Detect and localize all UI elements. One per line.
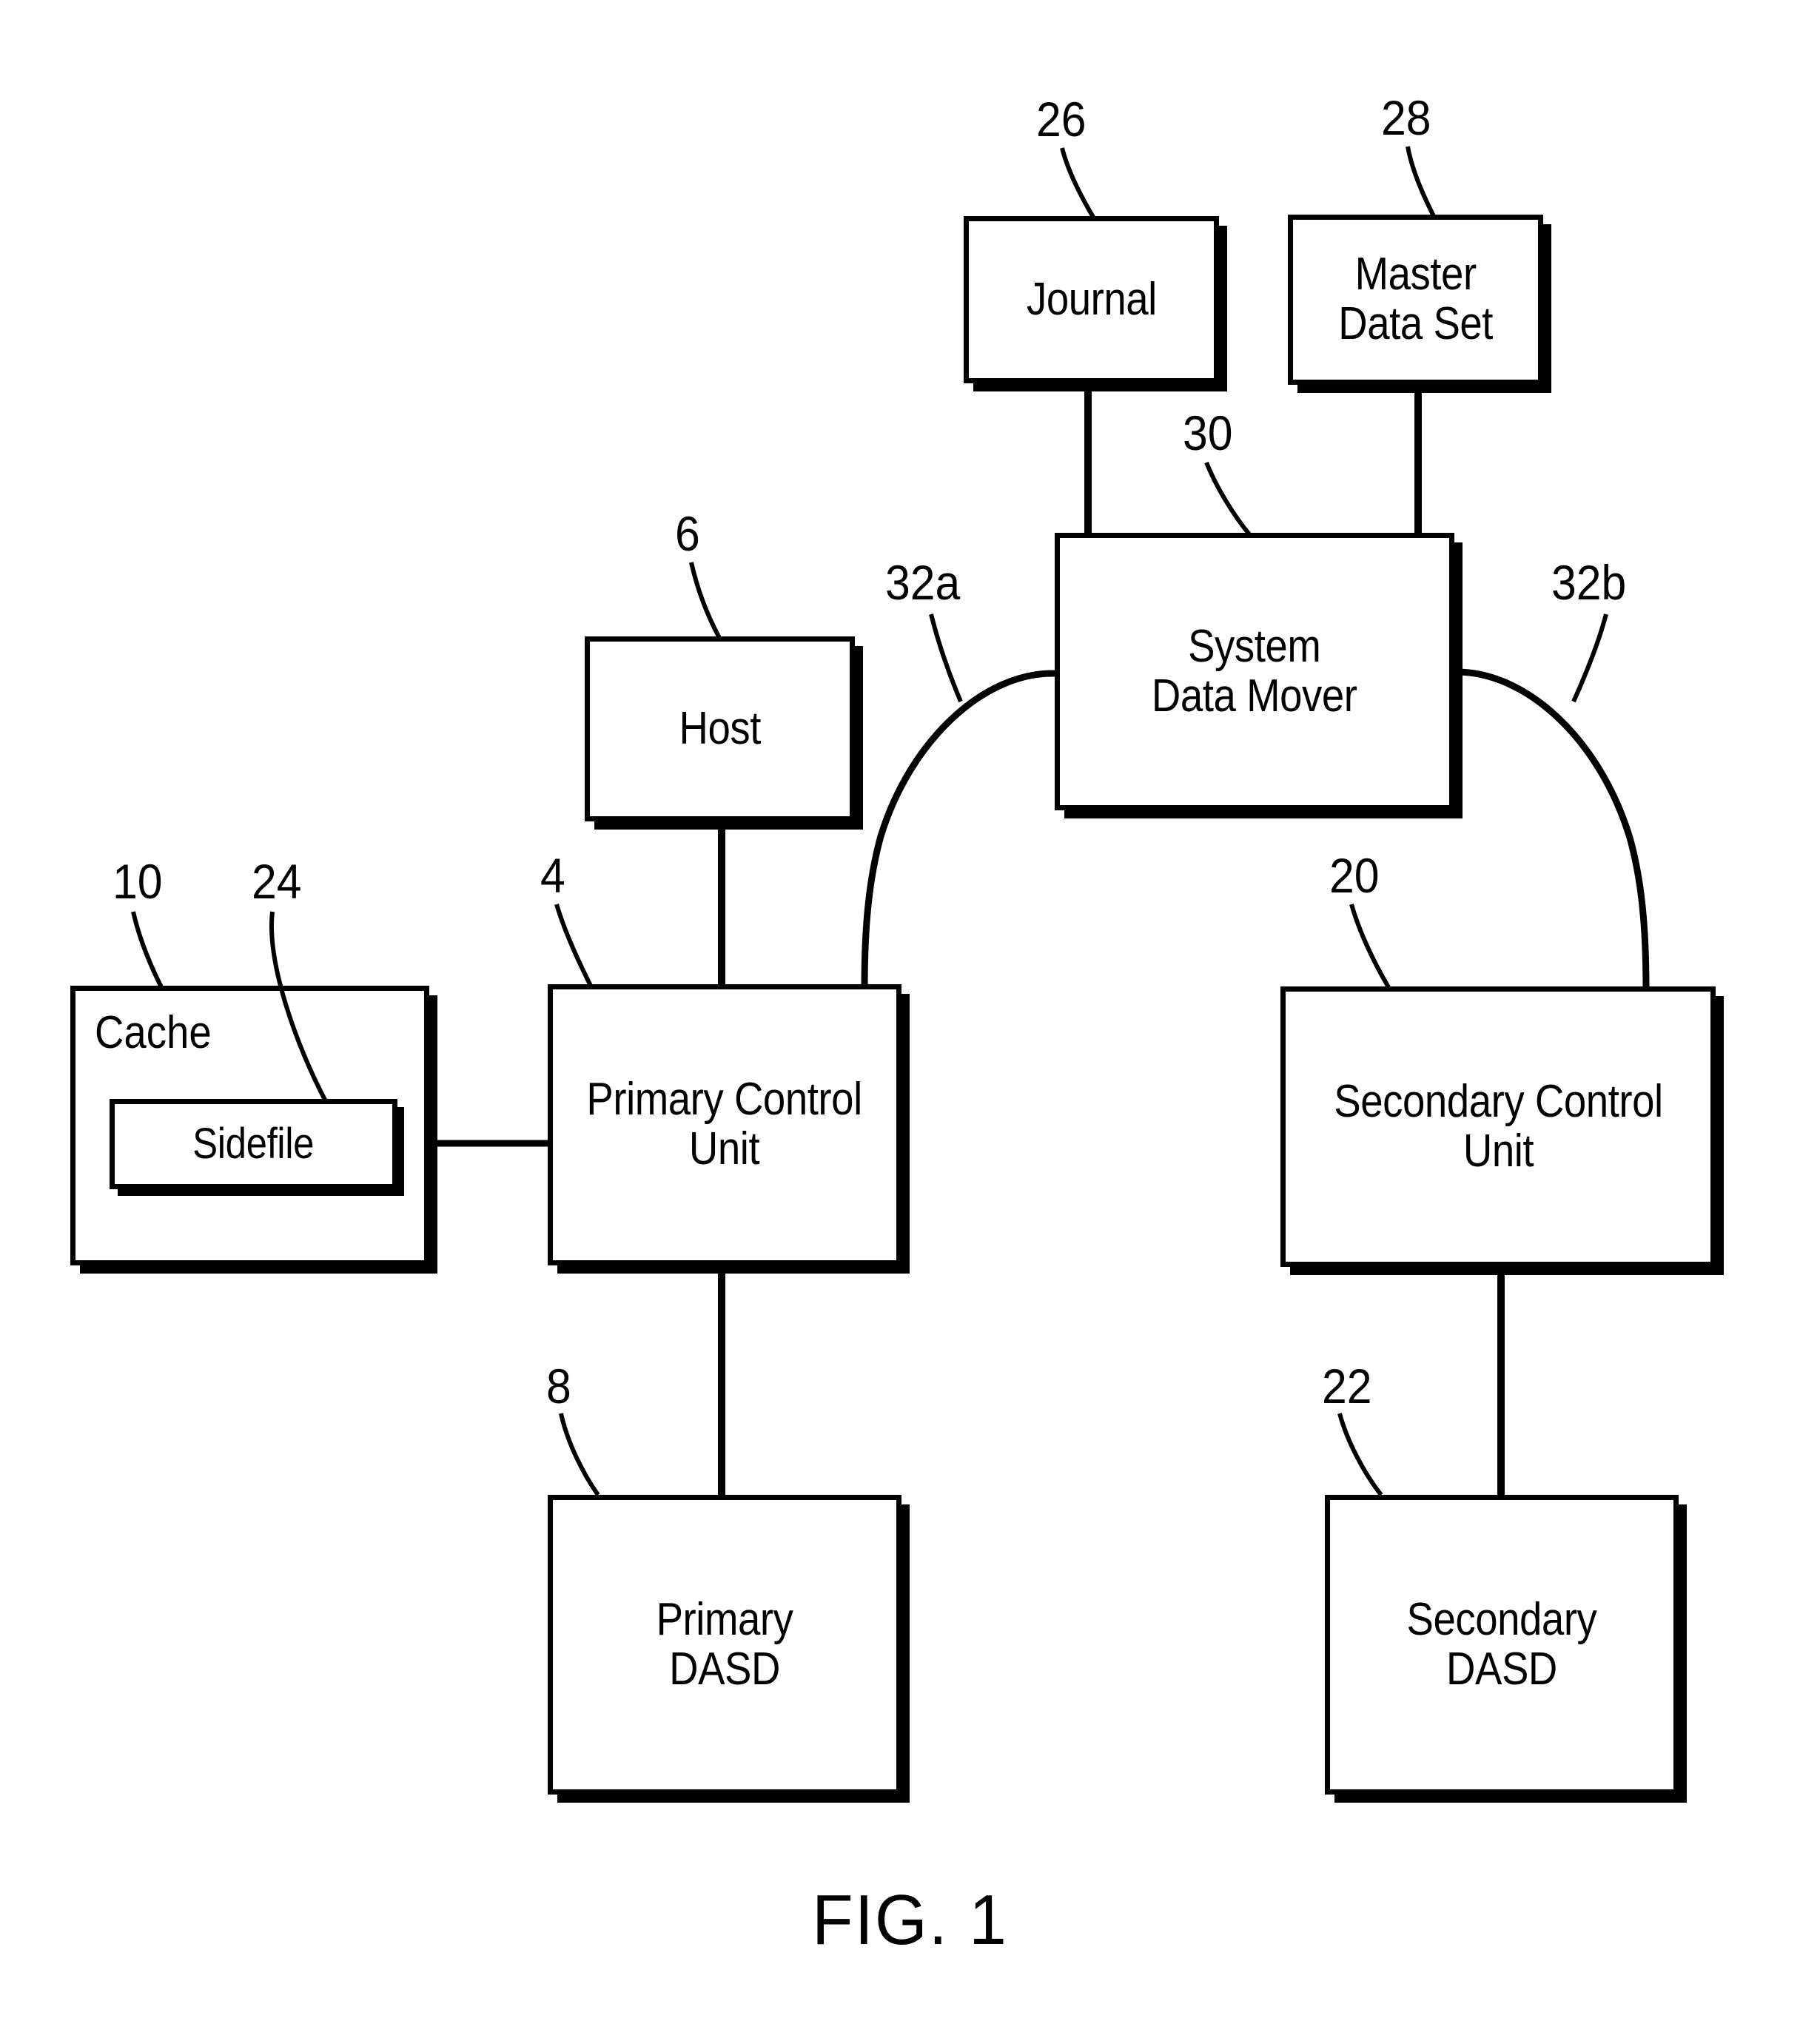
connector-path-32a [861,670,1055,989]
leader-line-22 [1337,1413,1383,1496]
ref-numeral-sidefile: 24 [252,854,302,909]
ref-numeral-cache: 10 [113,854,163,909]
leader-line-6 [689,562,722,639]
connector-path-32b [1454,668,1650,991]
leader-line-32b [1571,613,1608,703]
patent-figure: Journal Master Data Set System Data Move… [0,0,1820,2038]
ref-numeral-master-data-set: 28 [1381,90,1431,145]
node-system-data-mover[interactable]: System Data Mover [1055,533,1454,810]
ref-numeral-primary-dasd: 8 [546,1359,571,1413]
node-journal[interactable]: Journal [964,216,1219,383]
ref-numeral-journal: 26 [1036,92,1087,147]
node-master-data-set-label: Master Data Set [1338,249,1493,349]
leader-line-32a [929,613,963,703]
node-secondary-dasd[interactable]: Secondary DASD [1325,1495,1679,1795]
node-cache[interactable]: Cache Sidefile [70,986,429,1265]
ref-numeral-host: 6 [675,506,700,561]
node-secondary-control-unit-label: Secondary Control Unit [1333,1075,1663,1177]
node-primary-dasd[interactable]: Primary DASD [548,1495,901,1795]
node-sidefile-label: Sidefile [192,1119,315,1168]
node-system-data-mover-label: System Data Mover [1152,620,1357,722]
leader-line-28 [1406,146,1437,219]
leader-line-26 [1060,147,1096,220]
ref-numeral-primary-control-unit: 4 [540,848,565,903]
node-master-data-set[interactable]: Master Data Set [1288,215,1543,385]
figure-caption-text: FIG. 1 [812,1880,1008,1960]
leader-line-10 [131,911,164,989]
node-sidefile[interactable]: Sidefile [110,1099,397,1189]
node-host-label: Host [679,702,761,754]
node-secondary-control-unit[interactable]: Secondary Control Unit [1280,986,1716,1267]
leader-line-8 [559,1413,600,1496]
ref-numeral-system-data-mover: 30 [1183,406,1233,460]
node-primary-control-unit[interactable]: Primary Control Unit [548,984,901,1265]
node-secondary-dasd-label: Secondary DASD [1406,1593,1597,1695]
leader-line-4 [554,904,593,987]
node-cache-label: Cache [95,1007,212,1058]
leader-line-30 [1204,461,1252,536]
ref-numeral-path-32a: 32a [885,555,961,610]
node-primary-dasd-label: Primary DASD [656,1593,793,1695]
ref-numeral-path-32b: 32b [1551,555,1627,610]
node-journal-label: Journal [1026,273,1157,325]
node-host[interactable]: Host [585,636,855,821]
ref-numeral-secondary-dasd: 22 [1322,1359,1372,1413]
leader-line-20 [1349,904,1391,989]
figure-caption: FIG. 1 [0,1880,1820,1961]
ref-numeral-secondary-control-unit: 20 [1329,848,1380,903]
node-primary-control-unit-label: Primary Control Unit [586,1074,863,1174]
